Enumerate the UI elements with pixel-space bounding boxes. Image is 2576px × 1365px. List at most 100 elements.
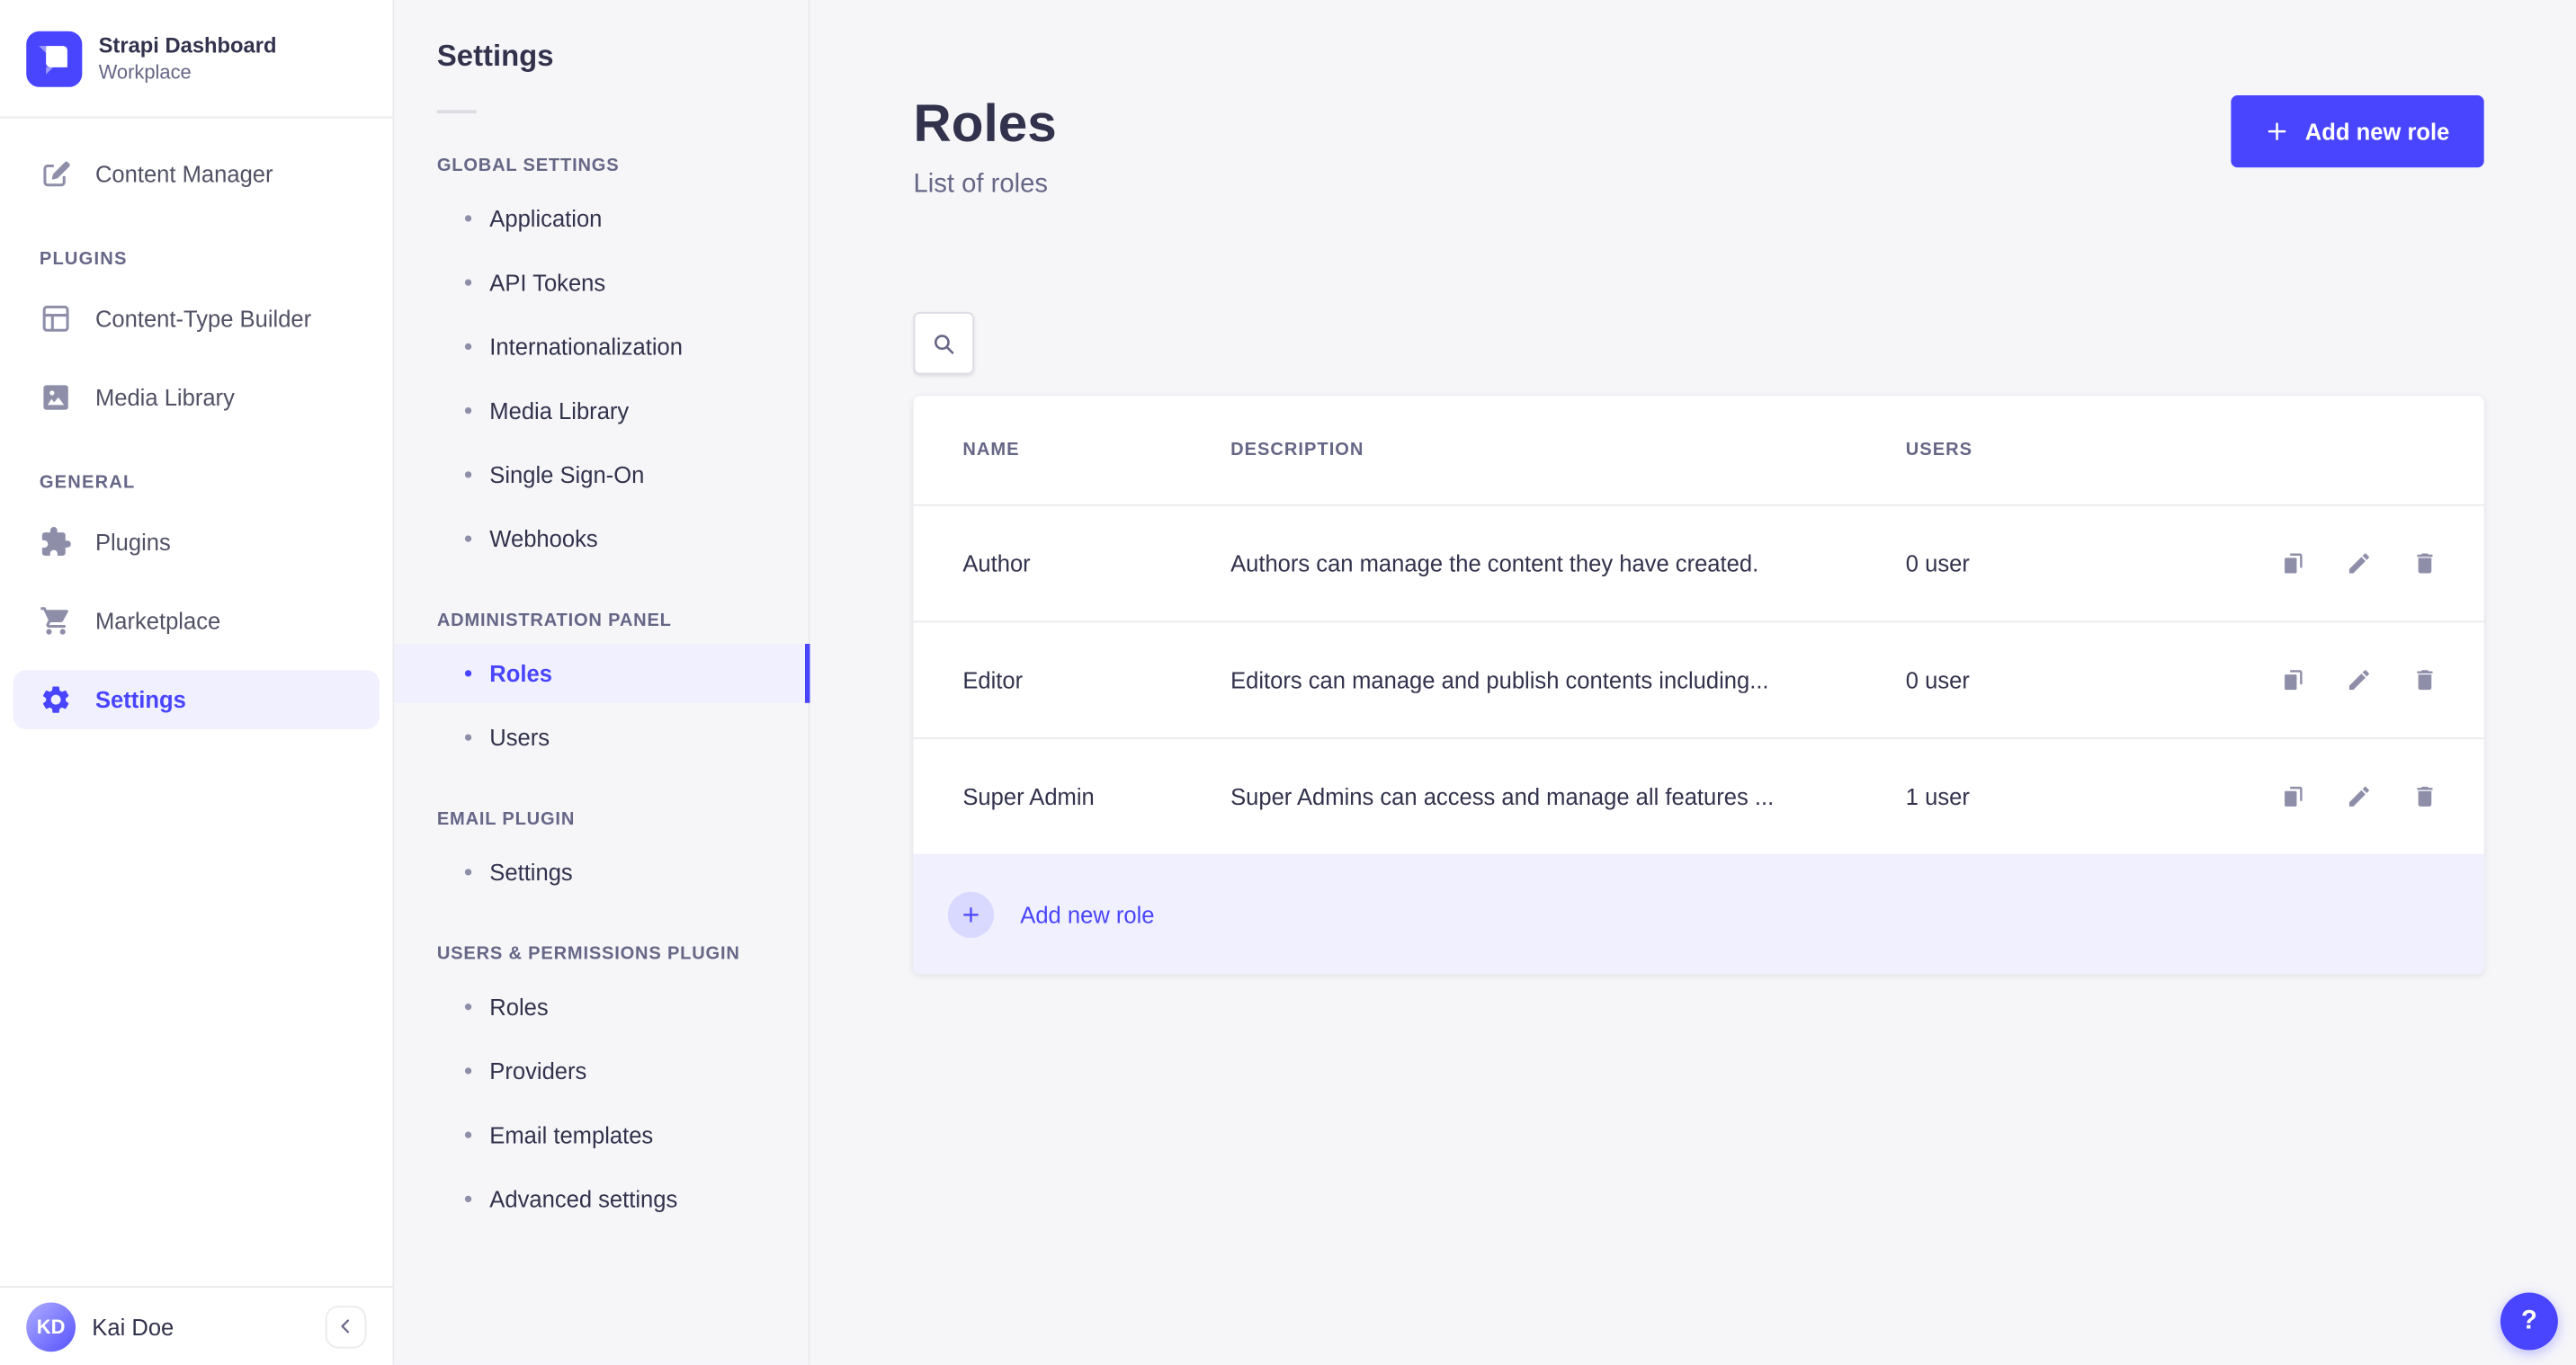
- delete-button[interactable]: [2411, 667, 2437, 693]
- subnav-sections: GLOBAL SETTINGS Application API Tokens Inte…: [394, 156, 810, 1229]
- subnav-item-label: Application: [489, 205, 603, 232]
- table-header-row: NAME DESCRIPTION USERS: [914, 396, 2484, 504]
- subnav-section-email-plugin: EMAIL PLUGIN Settings: [394, 809, 808, 901]
- delete-button[interactable]: [2411, 783, 2437, 809]
- gear-icon: [40, 683, 73, 717]
- bullet-icon: [464, 670, 472, 677]
- strapi-settings-roles-page: Strapi Dashboard Workplace Content Manag…: [0, 0, 2576, 1365]
- subnav-item-advanced-settings[interactable]: Advanced settings: [394, 1169, 808, 1228]
- edit-icon: [2346, 783, 2372, 809]
- subnav-item-email-templates[interactable]: Email templates: [394, 1105, 808, 1164]
- subnav-item-providers[interactable]: Providers: [394, 1041, 808, 1101]
- subnav-item-users[interactable]: Users: [394, 708, 808, 767]
- sidebar-item-plugins[interactable]: Plugins: [13, 513, 380, 572]
- row-actions: [2192, 783, 2438, 809]
- role-description: Authors can manage the content they have…: [1230, 549, 1759, 577]
- layout-icon: [40, 302, 73, 335]
- duplicate-button[interactable]: [2280, 550, 2306, 576]
- subnav-item-label: Advanced settings: [489, 1185, 678, 1212]
- sidebar-item-marketplace[interactable]: Marketplace: [13, 592, 380, 651]
- subnav-section-administration-panel: ADMINISTRATION PANEL Roles Users: [394, 611, 810, 767]
- subnav-item-single-sign-on[interactable]: Single Sign-On: [394, 445, 808, 504]
- subnav-item-label: API Tokens: [489, 269, 606, 296]
- bullet-icon: [464, 1004, 472, 1011]
- sidebar-item-label: Media Library: [94, 384, 235, 411]
- subnav-item-label: Webhooks: [489, 525, 598, 552]
- bullet-icon: [464, 734, 472, 741]
- edit-icon: [2346, 667, 2372, 693]
- subnav-item-label: Users: [489, 724, 550, 751]
- bullet-icon: [464, 535, 472, 542]
- subnav-item-webhooks[interactable]: Webhooks: [394, 509, 808, 568]
- table-add-role-row[interactable]: Add new role: [913, 853, 2484, 975]
- subnav-item-roles[interactable]: Roles: [394, 977, 808, 1037]
- image-icon: [40, 381, 73, 415]
- edit-button[interactable]: [2346, 667, 2372, 693]
- row-actions: [2192, 667, 2438, 693]
- divider: [436, 110, 477, 114]
- table-row: Editor Editors can manage and publish con…: [913, 620, 2484, 737]
- puzzle-icon: [40, 525, 73, 558]
- delete-button[interactable]: [2411, 550, 2437, 576]
- plus-icon: [947, 890, 995, 938]
- subnav-item-application[interactable]: Application: [394, 189, 808, 248]
- subnav-item-label: Providers: [489, 1057, 587, 1084]
- search-icon: [930, 329, 958, 357]
- edit-button[interactable]: [2346, 550, 2372, 576]
- sidebar-section-label: PLUGINS: [39, 249, 128, 270]
- sidebar-item-label: Content-Type Builder: [94, 305, 312, 332]
- search-button[interactable]: [913, 312, 975, 375]
- workspace-switcher[interactable]: Strapi Dashboard Workplace: [0, 0, 393, 119]
- duplicate-icon: [2280, 550, 2306, 576]
- subnav-section-label: EMAIL PLUGIN: [436, 809, 576, 830]
- column-header-name: NAME: [962, 440, 1020, 460]
- bullet-icon: [464, 1131, 472, 1138]
- sidebar-item-content-manager[interactable]: Content Manager: [13, 145, 380, 204]
- duplicate-button[interactable]: [2280, 783, 2306, 809]
- subnav-section-label: ADMINISTRATION PANEL: [436, 611, 672, 631]
- subnav-item-label: Internationalization: [489, 333, 683, 361]
- subnav-item-api-tokens[interactable]: API Tokens: [394, 253, 808, 312]
- subnav-section-label: USERS & PERMISSIONS PLUGIN: [436, 944, 740, 965]
- pen-icon: [40, 157, 73, 191]
- sidebar-item-media-library[interactable]: Media Library: [13, 368, 380, 427]
- bullet-icon: [464, 1195, 472, 1203]
- column-header-description: DESCRIPTION: [1230, 440, 1364, 460]
- delete-icon: [2411, 550, 2437, 576]
- subnav-section-label: GLOBAL SETTINGS: [436, 156, 620, 176]
- cart-icon: [40, 604, 73, 638]
- bullet-icon: [464, 471, 472, 478]
- add-new-role-button[interactable]: Add new role: [2231, 94, 2484, 168]
- role-users: 0 user: [1905, 666, 1970, 693]
- help-button[interactable]: ?: [2500, 1292, 2558, 1351]
- role-name: Author: [962, 549, 1031, 577]
- sidebar-nav: Content Manager PLUGINS Content-Type Build…: [0, 119, 393, 1287]
- role-description: Super Admins can access and manage all f…: [1230, 783, 1775, 810]
- subnav-item-roles[interactable]: Roles: [394, 644, 810, 703]
- subnav-item-label: Settings: [489, 859, 573, 886]
- collapse-sidebar-button[interactable]: [325, 1305, 367, 1348]
- duplicate-icon: [2280, 783, 2306, 809]
- subnav-item-settings[interactable]: Settings: [394, 843, 808, 902]
- sidebar-item-settings[interactable]: Settings: [13, 670, 380, 729]
- edit-button[interactable]: [2346, 783, 2372, 809]
- bullet-icon: [464, 406, 472, 415]
- duplicate-button[interactable]: [2280, 667, 2306, 693]
- subnav-item-label: Single Sign-On: [489, 461, 645, 488]
- table-row: Super Admin Super Admins can access and m…: [913, 737, 2484, 854]
- table-body: Author Authors can manage the content the…: [913, 504, 2484, 854]
- bullet-icon: [464, 215, 472, 222]
- roles-table: NAME DESCRIPTION USERS Author Authors can…: [913, 396, 2484, 975]
- sidebar-item-label: Content Manager: [94, 161, 273, 188]
- subnav-item-media-library[interactable]: Media Library: [394, 381, 808, 441]
- role-users: 0 user: [1905, 549, 1970, 577]
- sidebar-item-content-type-builder[interactable]: Content-Type Builder: [13, 289, 380, 348]
- chevron-left-icon: [335, 1316, 357, 1337]
- subnav-title: Settings: [436, 39, 554, 73]
- add-button-label: Add new role: [2304, 118, 2450, 145]
- subnav-item-label: Roles: [489, 994, 549, 1021]
- bullet-icon: [464, 869, 472, 876]
- subnav-item-internationalization[interactable]: Internationalization: [394, 317, 808, 377]
- avatar[interactable]: KD: [26, 1301, 76, 1352]
- user-name: Kai Doe: [92, 1313, 174, 1340]
